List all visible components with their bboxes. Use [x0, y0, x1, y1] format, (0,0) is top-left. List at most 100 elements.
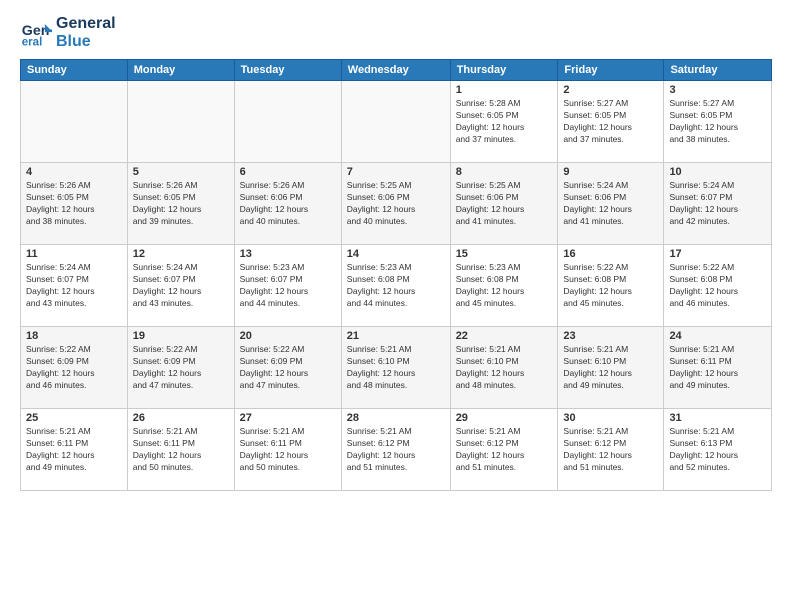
day-info: Sunrise: 5:22 AM Sunset: 6:08 PM Dayligh… — [563, 262, 658, 310]
day-number: 26 — [133, 412, 229, 424]
calendar-day-cell: 18 Sunrise: 5:22 AM Sunset: 6:09 PM Dayli… — [21, 327, 128, 409]
day-number: 25 — [26, 412, 122, 424]
day-info: Sunrise: 5:25 AM Sunset: 6:06 PM Dayligh… — [456, 180, 553, 228]
day-info: Sunrise: 5:23 AM Sunset: 6:08 PM Dayligh… — [456, 262, 553, 310]
calendar-day-cell: 15 Sunrise: 5:23 AM Sunset: 6:08 PM Dayli… — [450, 245, 558, 327]
day-number: 1 — [456, 84, 553, 96]
day-info: Sunrise: 5:26 AM Sunset: 6:05 PM Dayligh… — [26, 180, 122, 228]
day-number: 4 — [26, 166, 122, 178]
calendar-day-cell: 9 Sunrise: 5:24 AM Sunset: 6:06 PM Daylig… — [558, 163, 664, 245]
day-info: Sunrise: 5:24 AM Sunset: 6:07 PM Dayligh… — [669, 180, 766, 228]
day-number: 8 — [456, 166, 553, 178]
calendar-day-cell: 12Sunrise: 5:24 AM Sunset: 6:07 PM Dayli… — [127, 245, 234, 327]
calendar-day-cell: 29 Sunrise: 5:21 AM Sunset: 6:12 PM Dayli… — [450, 409, 558, 491]
weekday-header-row: SundayMondayTuesdayWednesdayThursdayFrid… — [21, 60, 772, 81]
day-number: 24 — [669, 330, 766, 342]
day-info: Sunrise: 5:21 AM Sunset: 6:11 PM Dayligh… — [669, 344, 766, 392]
day-number: 6 — [240, 166, 336, 178]
day-number: 28 — [347, 412, 445, 424]
calendar-table: SundayMondayTuesdayWednesdayThursdayFrid… — [20, 59, 772, 491]
calendar-day-cell: 3Sunrise: 5:27 AM Sunset: 6:05 PM Daylig… — [664, 81, 772, 163]
calendar-page: Gen eral General Blue SundayMondayTuesda… — [0, 0, 792, 612]
logo-blue: Blue — [56, 33, 116, 51]
day-number: 18 — [26, 330, 122, 342]
day-number: 29 — [456, 412, 553, 424]
weekday-header-tuesday: Tuesday — [234, 60, 341, 81]
day-info: Sunrise: 5:21 AM Sunset: 6:12 PM Dayligh… — [347, 426, 445, 474]
calendar-day-cell: 28 Sunrise: 5:21 AM Sunset: 6:12 PM Dayli… — [341, 409, 450, 491]
day-number: 15 — [456, 248, 553, 260]
day-number: 7 — [347, 166, 445, 178]
day-info: Sunrise: 5:21 AM Sunset: 6:10 PM Dayligh… — [456, 344, 553, 392]
logo-general: General — [56, 15, 116, 33]
day-number: 19 — [133, 330, 229, 342]
logo-icon: Gen eral — [20, 17, 52, 49]
weekday-header-thursday: Thursday — [450, 60, 558, 81]
day-info: Sunrise: 5:24 AM Sunset: 6:07 PM Dayligh… — [26, 262, 122, 310]
day-number: 14 — [347, 248, 445, 260]
day-number: 21 — [347, 330, 445, 342]
weekday-header-sunday: Sunday — [21, 60, 128, 81]
day-info: Sunrise: 5:22 AM Sunset: 6:09 PM Dayligh… — [240, 344, 336, 392]
calendar-day-cell: 5Sunrise: 5:26 AM Sunset: 6:05 PM Daylig… — [127, 163, 234, 245]
calendar-week-row: 18 Sunrise: 5:22 AM Sunset: 6:09 PM Dayli… — [21, 327, 772, 409]
day-number: 22 — [456, 330, 553, 342]
day-info: Sunrise: 5:21 AM Sunset: 6:10 PM Dayligh… — [347, 344, 445, 392]
calendar-day-cell: 4 Sunrise: 5:26 AM Sunset: 6:05 PM Daylig… — [21, 163, 128, 245]
calendar-day-cell: 26 Sunrise: 5:21 AM Sunset: 6:11 PM Dayli… — [127, 409, 234, 491]
day-info: Sunrise: 5:28 AM Sunset: 6:05 PM Dayligh… — [456, 98, 553, 146]
day-number: 17 — [669, 248, 766, 260]
day-info: Sunrise: 5:26 AM Sunset: 6:06 PM Dayligh… — [240, 180, 336, 228]
day-info: Sunrise: 5:22 AM Sunset: 6:09 PM Dayligh… — [26, 344, 122, 392]
calendar-day-cell: 30 Sunrise: 5:21 AM Sunset: 6:12 PM Dayli… — [558, 409, 664, 491]
day-number: 31 — [669, 412, 766, 424]
calendar-week-row: 11Sunrise: 5:24 AM Sunset: 6:07 PM Dayli… — [21, 245, 772, 327]
day-info: Sunrise: 5:21 AM Sunset: 6:13 PM Dayligh… — [669, 426, 766, 474]
day-info: Sunrise: 5:21 AM Sunset: 6:11 PM Dayligh… — [240, 426, 336, 474]
calendar-day-cell: 8 Sunrise: 5:25 AM Sunset: 6:06 PM Daylig… — [450, 163, 558, 245]
calendar-day-cell — [127, 81, 234, 163]
calendar-day-cell: 10Sunrise: 5:24 AM Sunset: 6:07 PM Dayli… — [664, 163, 772, 245]
day-info: Sunrise: 5:21 AM Sunset: 6:12 PM Dayligh… — [563, 426, 658, 474]
weekday-header-monday: Monday — [127, 60, 234, 81]
calendar-day-cell — [341, 81, 450, 163]
day-info: Sunrise: 5:24 AM Sunset: 6:07 PM Dayligh… — [133, 262, 229, 310]
day-number: 5 — [133, 166, 229, 178]
weekday-header-wednesday: Wednesday — [341, 60, 450, 81]
calendar-day-cell: 23 Sunrise: 5:21 AM Sunset: 6:10 PM Dayli… — [558, 327, 664, 409]
calendar-day-cell — [234, 81, 341, 163]
weekday-header-saturday: Saturday — [664, 60, 772, 81]
calendar-week-row: 4 Sunrise: 5:26 AM Sunset: 6:05 PM Daylig… — [21, 163, 772, 245]
day-info: Sunrise: 5:21 AM Sunset: 6:11 PM Dayligh… — [133, 426, 229, 474]
day-info: Sunrise: 5:22 AM Sunset: 6:08 PM Dayligh… — [669, 262, 766, 310]
calendar-day-cell: 24 Sunrise: 5:21 AM Sunset: 6:11 PM Dayli… — [664, 327, 772, 409]
calendar-day-cell: 11Sunrise: 5:24 AM Sunset: 6:07 PM Dayli… — [21, 245, 128, 327]
day-info: Sunrise: 5:25 AM Sunset: 6:06 PM Dayligh… — [347, 180, 445, 228]
day-number: 2 — [563, 84, 658, 96]
header: Gen eral General Blue — [20, 15, 772, 51]
calendar-day-cell: 16 Sunrise: 5:22 AM Sunset: 6:08 PM Dayli… — [558, 245, 664, 327]
day-info: Sunrise: 5:21 AM Sunset: 6:11 PM Dayligh… — [26, 426, 122, 474]
calendar-day-cell: 2Sunrise: 5:27 AM Sunset: 6:05 PM Daylig… — [558, 81, 664, 163]
day-info: Sunrise: 5:21 AM Sunset: 6:12 PM Dayligh… — [456, 426, 553, 474]
day-info: Sunrise: 5:22 AM Sunset: 6:09 PM Dayligh… — [133, 344, 229, 392]
calendar-day-cell: 1 Sunrise: 5:28 AM Sunset: 6:05 PM Daylig… — [450, 81, 558, 163]
day-number: 9 — [563, 166, 658, 178]
calendar-day-cell: 22 Sunrise: 5:21 AM Sunset: 6:10 PM Dayli… — [450, 327, 558, 409]
calendar-day-cell: 25 Sunrise: 5:21 AM Sunset: 6:11 PM Dayli… — [21, 409, 128, 491]
day-info: Sunrise: 5:21 AM Sunset: 6:10 PM Dayligh… — [563, 344, 658, 392]
calendar-day-cell: 17 Sunrise: 5:22 AM Sunset: 6:08 PM Dayli… — [664, 245, 772, 327]
calendar-day-cell: 31 Sunrise: 5:21 AM Sunset: 6:13 PM Dayli… — [664, 409, 772, 491]
day-info: Sunrise: 5:24 AM Sunset: 6:06 PM Dayligh… — [563, 180, 658, 228]
calendar-day-cell: 6 Sunrise: 5:26 AM Sunset: 6:06 PM Daylig… — [234, 163, 341, 245]
day-number: 20 — [240, 330, 336, 342]
day-number: 16 — [563, 248, 658, 260]
calendar-week-row: 1 Sunrise: 5:28 AM Sunset: 6:05 PM Daylig… — [21, 81, 772, 163]
calendar-day-cell — [21, 81, 128, 163]
day-number: 23 — [563, 330, 658, 342]
calendar-day-cell: 20 Sunrise: 5:22 AM Sunset: 6:09 PM Dayli… — [234, 327, 341, 409]
day-info: Sunrise: 5:27 AM Sunset: 6:05 PM Dayligh… — [669, 98, 766, 146]
logo: Gen eral General Blue — [20, 15, 116, 51]
day-number: 30 — [563, 412, 658, 424]
calendar-day-cell: 7 Sunrise: 5:25 AM Sunset: 6:06 PM Daylig… — [341, 163, 450, 245]
